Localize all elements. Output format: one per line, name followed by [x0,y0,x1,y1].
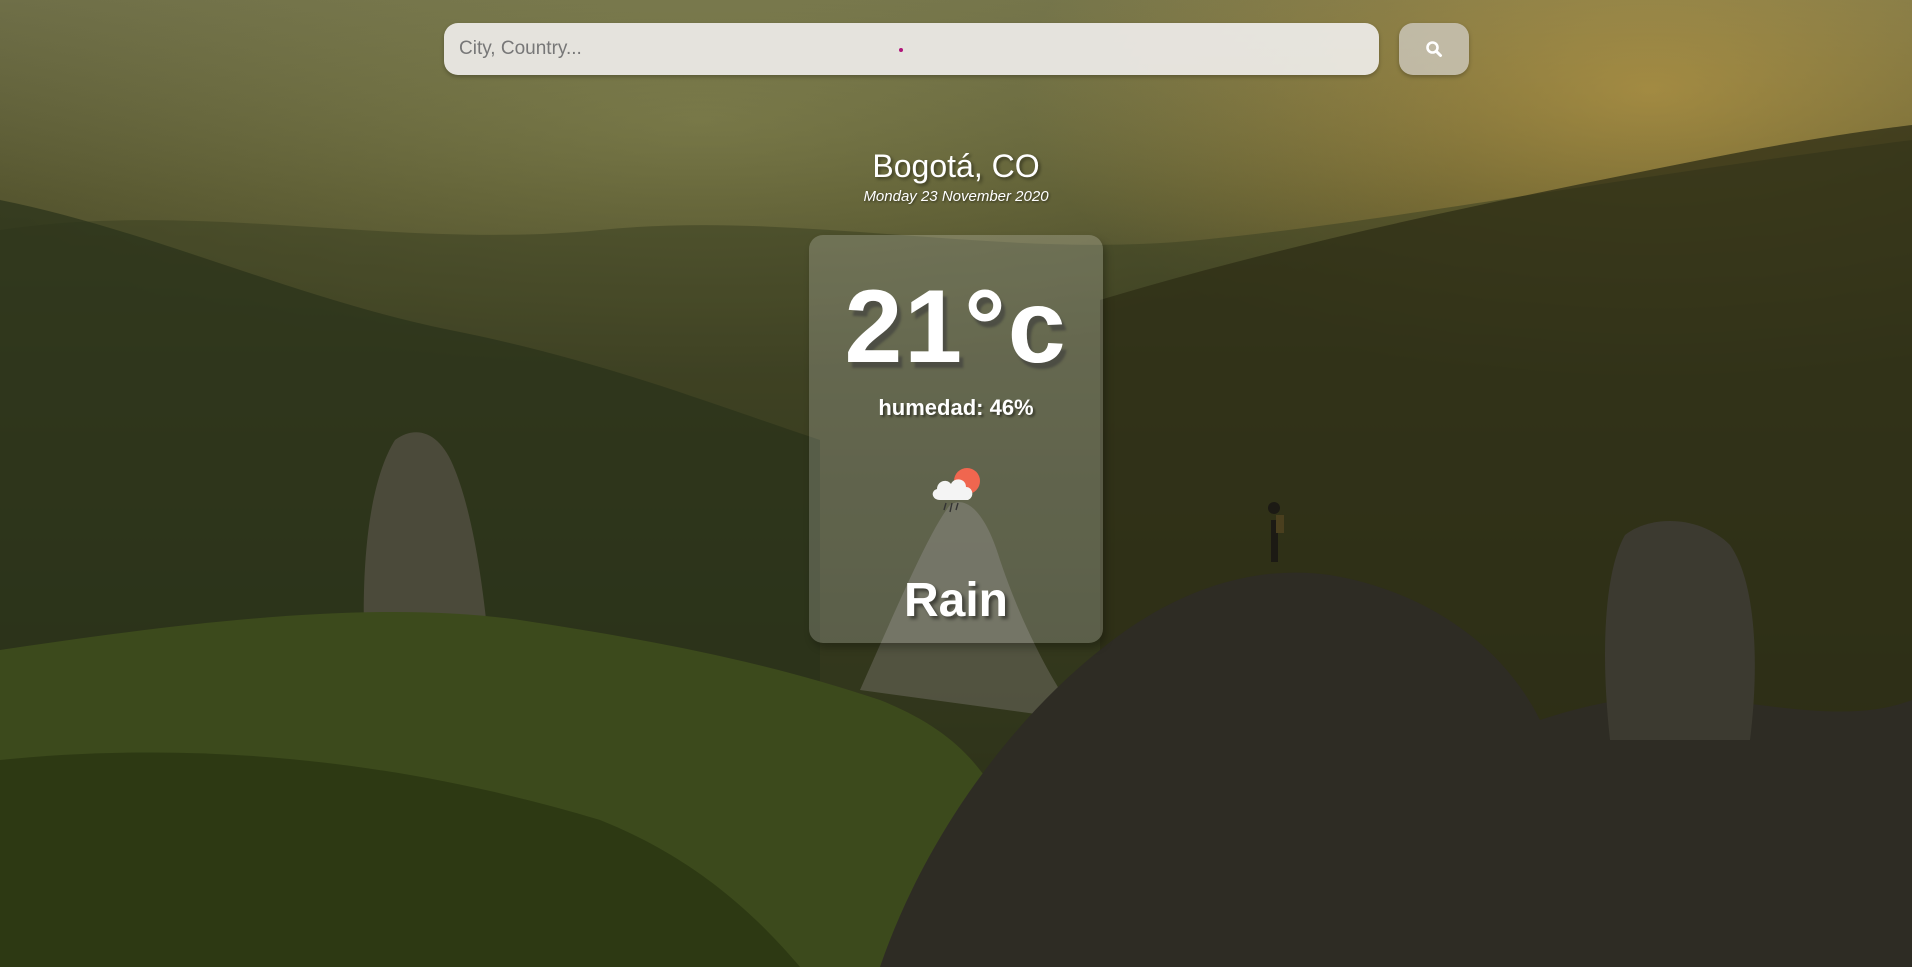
cursor-dot [899,48,903,52]
temperature: 21°c [844,269,1068,385]
location-name: Bogotá, CO [872,148,1040,184]
weather-card: 21°c humedad: 46% Rain [809,235,1103,643]
humidity: humedad: 46% [878,395,1034,420]
weather-condition: Rain [903,574,1008,627]
search-button[interactable] [1399,23,1469,75]
search-input[interactable] [444,23,1379,75]
search-icon [1426,41,1442,57]
cloud-rain-sun-icon [932,468,980,513]
current-date: Monday 23 November 2020 [863,188,1049,205]
